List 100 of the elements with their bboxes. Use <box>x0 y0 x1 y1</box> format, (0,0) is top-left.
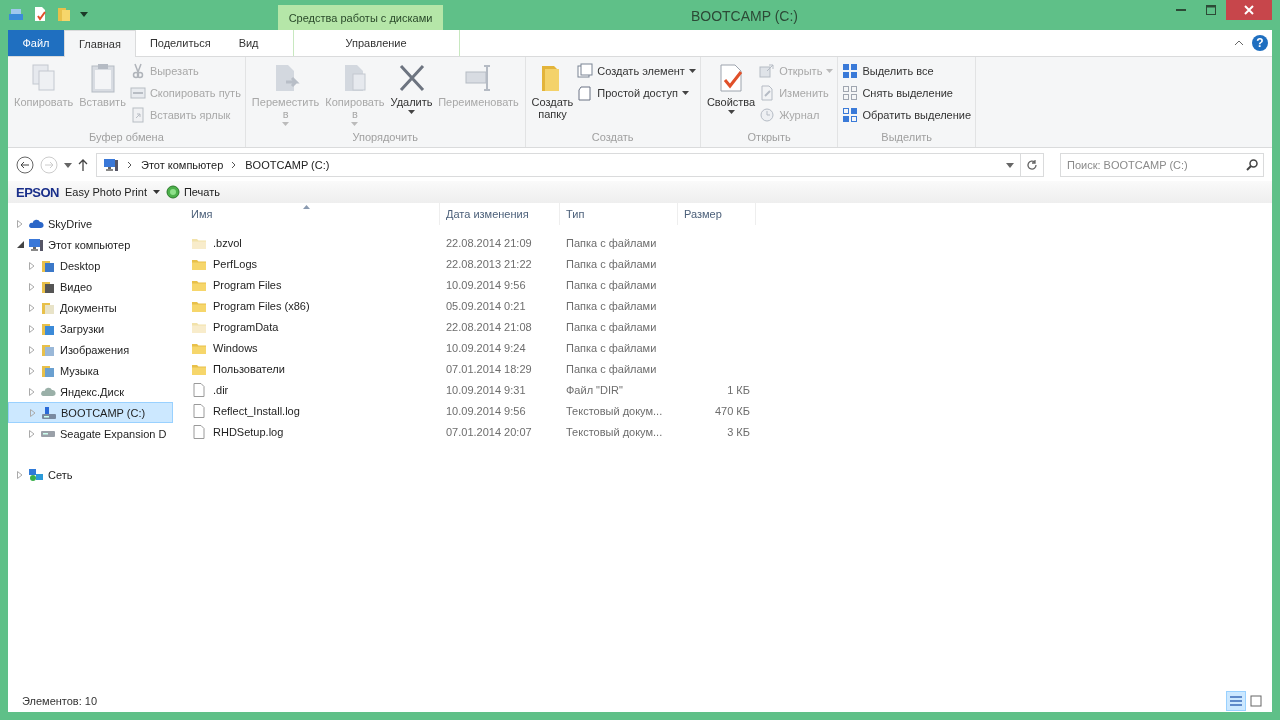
file-name[interactable]: Windows <box>185 339 440 356</box>
open-icon <box>759 63 776 79</box>
app-menu[interactable]: Easy Photo Print <box>65 186 147 198</box>
drive-icon <box>40 430 56 437</box>
group-label: Выделить <box>880 131 934 145</box>
tree-item[interactable]: Документы <box>8 297 173 318</box>
tree-item[interactable]: Desktop <box>8 255 173 276</box>
invert-selection-icon <box>842 107 859 123</box>
drive-icon <box>41 404 57 421</box>
column-header[interactable]: Дата изменения <box>440 203 560 225</box>
table-cell-text: Файл "DIR" <box>565 383 624 396</box>
table-cell-text: Папка с файлами <box>565 236 658 249</box>
tree-item[interactable]: Музыка <box>8 360 173 381</box>
maximize-icon <box>1206 5 1216 15</box>
file-icon <box>191 381 207 398</box>
ribbon-button[interactable]: Обратить выделение <box>842 106 972 124</box>
table-cell-text: 07.01.2014 20:07 <box>445 425 533 438</box>
tree-item[interactable]: Изображения <box>8 339 173 360</box>
breadcrumb[interactable]: BOOTCAMP (C:) <box>245 159 330 171</box>
folder-icon <box>56 6 72 22</box>
table-cell-text: 22.08.2013 21:22 <box>445 257 533 270</box>
file-name[interactable]: ProgramData <box>185 318 440 335</box>
computer-icon <box>28 236 44 253</box>
expanded-icon <box>16 241 24 248</box>
tree-item[interactable]: SkyDrive <box>8 213 173 234</box>
print-button[interactable]: Печать <box>165 185 220 199</box>
help-button[interactable]: ? <box>1252 35 1268 51</box>
table-cell-text: Папка с файлами <box>565 278 658 291</box>
collapsed-icon <box>30 408 36 417</box>
ribbon-button[interactable]: Удалить <box>388 60 435 131</box>
table-cell-text: 10.09.2014 9:31 <box>445 383 527 396</box>
forward-icon <box>40 156 58 174</box>
brand-logo: EPSON <box>16 184 59 200</box>
ribbon-tab[interactable]: Управление <box>292 30 460 56</box>
ribbon-button[interactable]: Снять выделение <box>842 84 972 102</box>
file-name[interactable]: Reflect_Install.log <box>185 402 440 419</box>
refresh-button[interactable] <box>1020 153 1044 177</box>
column-header[interactable]: Размер <box>678 203 756 225</box>
refresh-icon <box>1026 159 1038 171</box>
ribbon-tab[interactable]: Вид <box>224 30 273 56</box>
search-field[interactable]: Поиск: BOOTCAMP (C:) <box>1060 153 1264 177</box>
computer-icon <box>103 157 119 173</box>
ribbon-button[interactable]: Создать элемент <box>577 62 696 80</box>
ribbon-tab[interactable]: Главная <box>64 30 136 57</box>
file-name[interactable]: Program Files <box>185 276 440 293</box>
tree-item[interactable]: BOOTCAMP (C:) <box>8 402 173 423</box>
collapsed-icon <box>29 282 35 291</box>
collapsed-icon <box>17 219 23 228</box>
collapsed-icon <box>29 429 35 438</box>
print-icon <box>165 185 180 199</box>
select-none-icon <box>842 85 859 101</box>
tree-item[interactable]: Этот компьютер <box>8 234 173 255</box>
table-cell-text: Папка с файлами <box>565 257 658 270</box>
ribbon-button[interactable]: Свойства <box>704 60 758 131</box>
file-name[interactable]: Пользователи <box>185 360 440 377</box>
address-field[interactable]: Этот компьютер BOOTCAMP (C:) <box>96 153 1021 177</box>
breadcrumb[interactable]: Этот компьютер <box>141 159 224 171</box>
window-title: BOOTCAMP (C:) <box>689 7 800 24</box>
table-cell-text: Папка с файлами <box>565 320 658 333</box>
network-icon <box>28 466 44 483</box>
table-cell-text: 05.09.2014 0:21 <box>445 299 527 312</box>
collapse-ribbon-icon <box>1234 40 1244 46</box>
table-cell-text: 10.09.2014 9:56 <box>445 278 527 291</box>
table-cell-text: 10.09.2014 9:56 <box>445 404 527 417</box>
file-name[interactable]: RHDSetup.log <box>185 423 440 440</box>
file-name[interactable]: PerfLogs <box>185 255 440 272</box>
tree-item[interactable]: Сеть <box>8 464 173 485</box>
file-name[interactable]: .bzvol <box>185 234 440 251</box>
file-name[interactable]: .dir <box>185 381 440 398</box>
ribbon-button[interactable]: Создать папку <box>529 60 576 131</box>
ribbon-button[interactable]: Простой доступ <box>577 84 696 102</box>
table-cell-text: Папка с файлами <box>565 362 658 375</box>
file-icon <box>191 423 207 440</box>
details-view-button[interactable] <box>1226 691 1246 711</box>
properties-icon <box>32 6 48 22</box>
table-cell-text: 07.01.2014 18:29 <box>445 362 533 375</box>
table-cell-text: Текстовый докум... <box>565 404 664 417</box>
column-header[interactable]: Тип <box>560 203 678 225</box>
group-label: Буфер обмена <box>88 131 165 145</box>
up-icon <box>78 159 88 171</box>
edit-icon <box>759 85 776 101</box>
chevron-icon <box>231 161 238 169</box>
column-header[interactable]: Имя <box>185 203 440 225</box>
tree-item[interactable]: Яндекс.Диск <box>8 381 173 402</box>
ribbon-tab[interactable]: Файл <box>8 30 64 56</box>
table-cell-text: 470 КБ <box>713 404 751 417</box>
tree-item[interactable]: Видео <box>8 276 173 297</box>
tree-item[interactable]: Seagate Expansion D <box>8 423 173 444</box>
close-icon <box>1244 5 1254 15</box>
collapsed-icon <box>29 261 35 270</box>
file-name[interactable]: Program Files (x86) <box>185 297 440 314</box>
contextual-tab-group: Средства работы с дисками <box>278 5 443 30</box>
ribbon-tab[interactable]: Поделиться <box>135 30 225 56</box>
ribbon-button[interactable]: Выделить все <box>842 62 972 80</box>
group-label: Создать <box>590 131 635 145</box>
tree-item[interactable]: Загрузки <box>8 318 173 339</box>
dropdown-icon <box>80 10 88 18</box>
close-button[interactable] <box>1226 0 1272 20</box>
collapsed-icon <box>29 345 35 354</box>
large-icons-view-icon <box>1250 695 1262 707</box>
